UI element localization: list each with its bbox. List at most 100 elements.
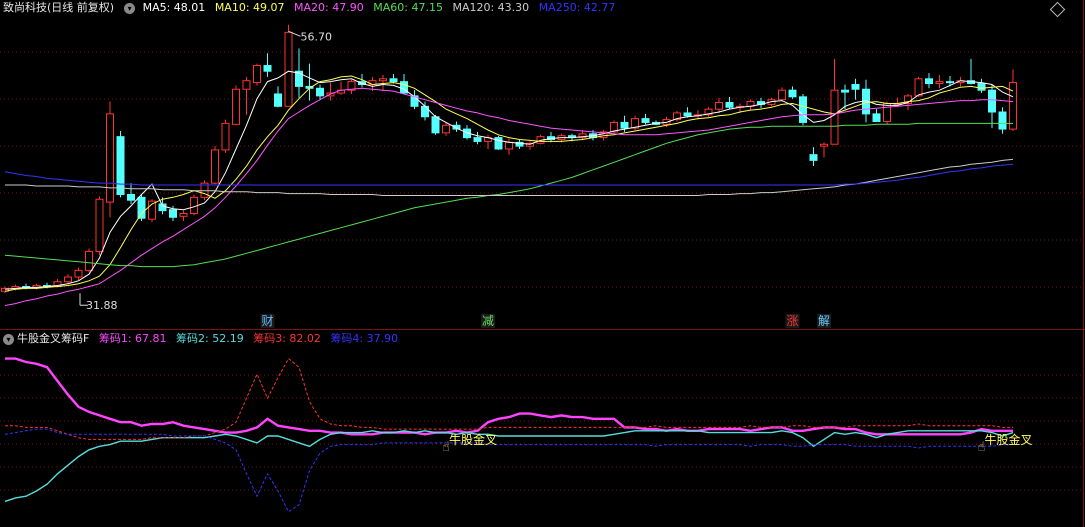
candle <box>305 63 314 101</box>
candle-body <box>232 88 240 125</box>
candle <box>179 210 188 222</box>
candle-body <box>64 276 72 283</box>
event-marker: 减 <box>482 314 494 328</box>
candle <box>799 93 807 126</box>
candle-body <box>74 269 83 278</box>
candle <box>274 86 282 108</box>
indicator-layer: ☝ 牛股金叉 ☝ 牛股金叉 <box>4 357 1033 513</box>
candle-body <box>851 83 860 90</box>
candle <box>925 73 933 89</box>
candle <box>977 78 986 94</box>
chart-canvas[interactable]: 56.70 31.88 财 减 涨 解 ☝ 牛股金叉 ☝ 牛股金叉 <box>0 0 1085 527</box>
candle <box>211 146 219 185</box>
candle <box>337 81 345 95</box>
candle <box>232 85 240 126</box>
candle <box>788 86 797 99</box>
ma-layer: 56.70 31.88 <box>4 30 1014 312</box>
candle-body <box>106 113 114 203</box>
candle-body <box>284 31 293 107</box>
candle <box>757 97 765 109</box>
candle <box>106 101 114 218</box>
event-layer: 财减涨解 <box>260 313 831 328</box>
candle-body <box>935 81 944 85</box>
candle-body <box>421 105 429 118</box>
candle-body <box>179 212 188 217</box>
candle-body <box>221 122 230 151</box>
candle <box>442 122 450 136</box>
candle <box>1 286 9 294</box>
event-marker: 解 <box>818 314 830 328</box>
indicator-line-筹码3 <box>5 357 1013 440</box>
price-layer <box>1 24 1017 294</box>
candle-body <box>998 111 1007 130</box>
ma-line-ma120 <box>5 158 1014 196</box>
candle <box>778 87 786 102</box>
candle <box>830 58 839 145</box>
candle-body <box>85 250 93 271</box>
candle-body <box>809 154 818 161</box>
candle <box>263 53 272 77</box>
candle-body <box>169 209 177 218</box>
candle-body <box>872 113 881 122</box>
candle <box>967 58 975 85</box>
candle-body <box>641 118 650 123</box>
event-marker: 财 <box>261 314 273 328</box>
candle-body <box>253 65 261 84</box>
candle-body <box>379 78 387 82</box>
candle-body <box>242 80 251 90</box>
ma-line-ma250 <box>4 163 1014 186</box>
candle-body <box>127 194 135 201</box>
candle-body <box>505 141 513 150</box>
candle <box>85 248 93 273</box>
candle-body <box>925 78 933 85</box>
candle-body <box>883 102 891 122</box>
candle <box>253 63 261 86</box>
candle-body <box>431 116 440 134</box>
indicator-line-筹码1 <box>5 357 1013 436</box>
candle <box>284 24 293 107</box>
candle-body <box>841 89 849 93</box>
candle <box>127 183 135 204</box>
candle <box>641 113 650 125</box>
candle-body <box>389 78 398 83</box>
event-marker: 涨 <box>786 313 798 328</box>
ma-line-ma20 <box>4 87 1014 306</box>
candle <box>809 147 818 167</box>
indicator-line-筹码4 <box>4 428 1013 513</box>
candle-body <box>316 87 324 97</box>
candle <box>242 76 251 115</box>
candle-body <box>799 96 807 123</box>
candle <box>316 84 324 100</box>
candle <box>515 139 524 149</box>
candle <box>473 131 482 145</box>
indicator-line-筹码2 <box>4 430 1014 503</box>
candle <box>547 131 555 143</box>
candle-body <box>820 143 828 147</box>
high-price-label: 56.70 <box>301 30 333 43</box>
candle-body <box>442 124 450 134</box>
candle <box>190 194 198 216</box>
candle <box>526 141 534 150</box>
candle-body <box>725 102 734 108</box>
candle-body <box>946 81 954 84</box>
candle <box>64 274 72 284</box>
candle-body <box>263 65 272 72</box>
candle <box>116 130 125 198</box>
candle-body <box>95 198 104 252</box>
candle-body <box>914 78 923 97</box>
candle-body <box>778 89 786 101</box>
candle <box>326 82 335 101</box>
candle <box>221 119 230 153</box>
candle <box>872 109 881 122</box>
candle-body <box>274 93 282 107</box>
signal-label: 牛股金叉 <box>449 432 497 447</box>
candle <box>851 78 860 100</box>
candle <box>704 107 713 117</box>
candle-body <box>788 89 797 98</box>
candle-body <box>620 121 629 129</box>
candle <box>74 267 83 280</box>
signal-label: 牛股金叉 <box>985 432 1033 447</box>
candle-body <box>211 149 219 184</box>
candle <box>725 96 734 110</box>
candle <box>95 196 104 256</box>
